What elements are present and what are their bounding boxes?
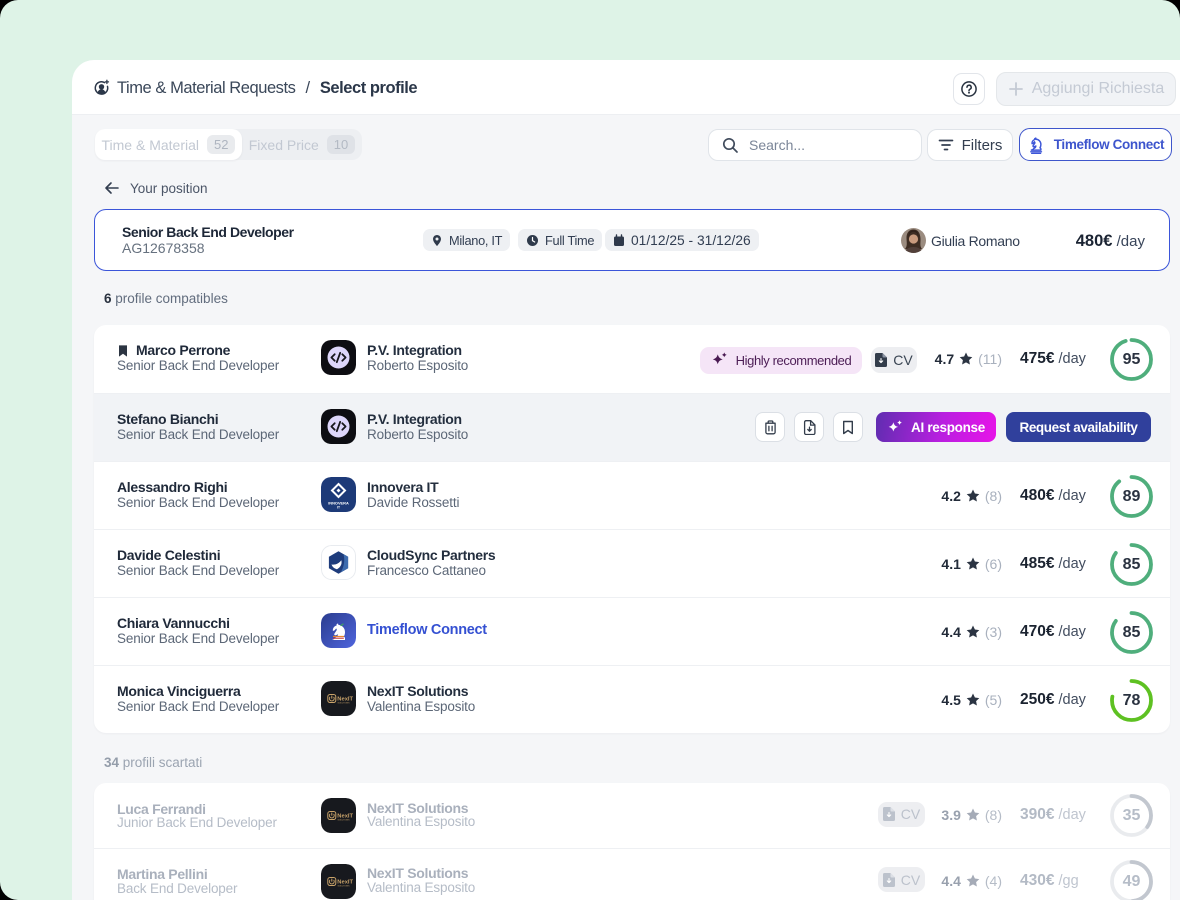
svg-text:SOLUTIONS: SOLUTIONS — [338, 885, 351, 887]
svg-text:SOLUTIONS: SOLUTIONS — [338, 819, 351, 821]
svg-text:IT: IT — [337, 506, 340, 510]
svg-text:SOLUTIONS: SOLUTIONS — [338, 702, 351, 704]
